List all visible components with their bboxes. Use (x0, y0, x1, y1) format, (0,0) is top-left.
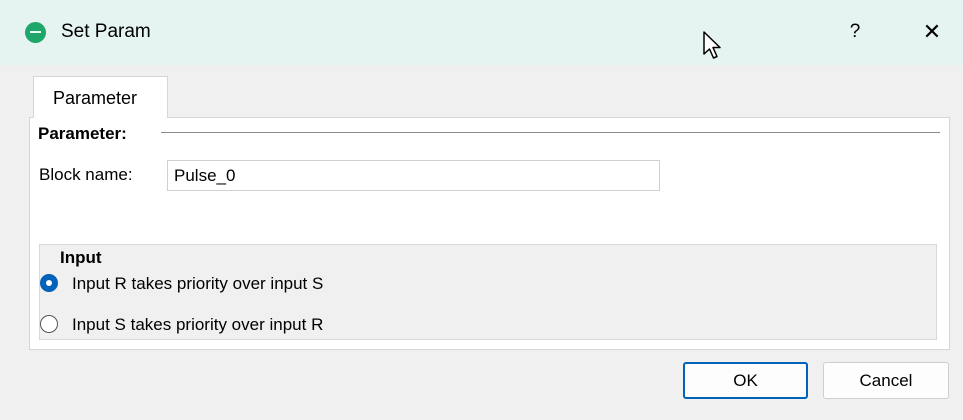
parameter-panel: Parameter: Block name: Input Input R tak… (29, 117, 950, 350)
input-groupbox: Input Input R takes priority over input … (39, 244, 937, 340)
block-name-label: Block name: (39, 165, 133, 184)
radio-option-label[interactable]: Input S takes priority over input R (72, 315, 323, 335)
mouse-cursor-icon (703, 31, 721, 59)
tab-parameter[interactable]: Parameter (33, 76, 168, 118)
cancel-button[interactable]: Cancel (823, 362, 949, 399)
help-button[interactable]: ? (840, 14, 870, 50)
tab-parameter-label: Parameter (53, 88, 138, 108)
parameter-section-title: Parameter: (38, 124, 127, 144)
set-param-dialog: Set Param ? ✕ Parameter Parameter: Block… (0, 0, 963, 420)
ok-button[interactable]: OK (683, 362, 808, 399)
radio-unselected-icon[interactable] (40, 315, 58, 333)
title-bar[interactable]: Set Param ? ✕ (0, 0, 963, 65)
close-button[interactable]: ✕ (916, 14, 948, 50)
section-divider (161, 132, 940, 133)
input-group-title: Input (60, 248, 102, 267)
window-title: Set Param (61, 21, 151, 42)
radio-option-label[interactable]: Input R takes priority over input S (72, 274, 323, 294)
radio-selected-icon[interactable] (40, 274, 58, 292)
block-name-input[interactable] (167, 160, 660, 191)
app-icon (25, 22, 46, 43)
